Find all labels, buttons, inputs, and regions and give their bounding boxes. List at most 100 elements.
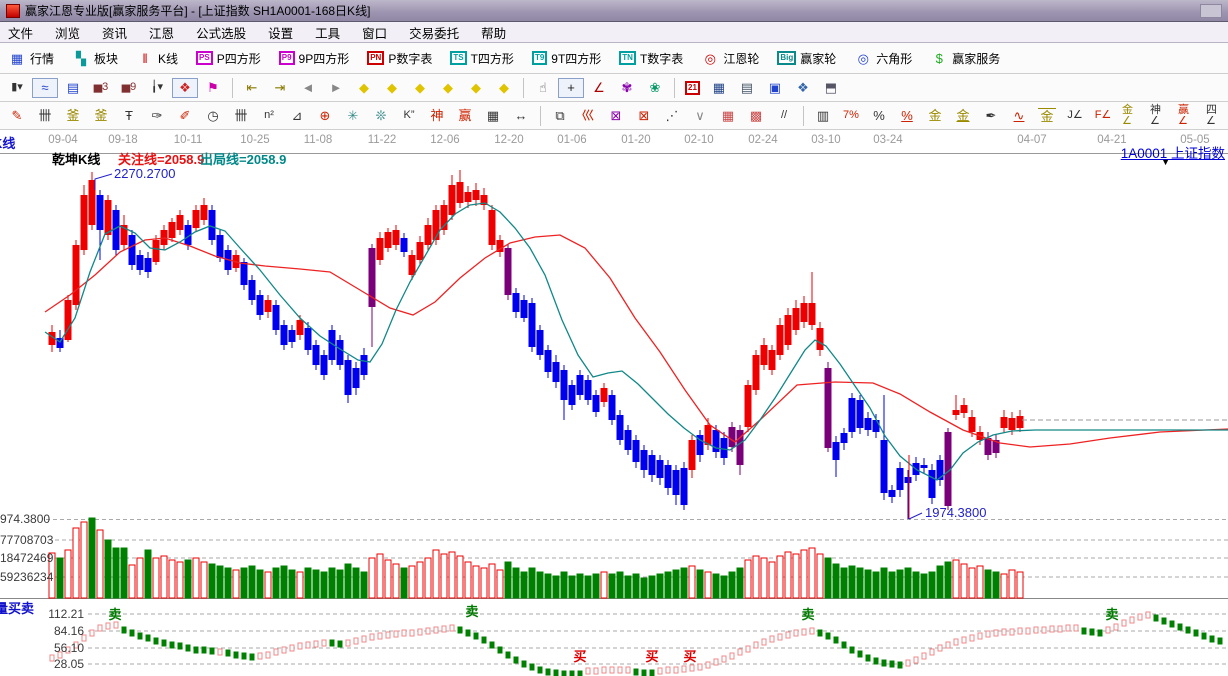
price-scale-icon[interactable]: ▥ [810, 106, 836, 126]
gold-comb-1-icon[interactable]: 釜 [60, 106, 86, 126]
p-number-table-button[interactable]: PNP数字表 [363, 48, 436, 69]
gann-shape-tool-icon[interactable]: ✾ [614, 78, 640, 98]
next-page-icon[interactable]: ► [323, 78, 349, 98]
qiankun-pattern-icon[interactable]: ❖ [172, 78, 198, 98]
winner-wheel-button[interactable]: Big赢家轮 [773, 48, 840, 69]
brush-icon[interactable]: ✎ [4, 106, 30, 126]
bars-3-icon[interactable]: ▅3 [88, 78, 114, 98]
menu-item-7[interactable]: 工具 [315, 23, 340, 42]
angle-line-tool-icon[interactable]: ∠ [586, 78, 612, 98]
grid-123-icon[interactable]: ▦ [480, 106, 506, 126]
f-angle-icon[interactable]: F∠ [1090, 106, 1116, 126]
p-square-button[interactable]: PSP四方形 [192, 48, 265, 69]
hand-tool-icon[interactable]: ☝ [530, 78, 556, 98]
check-wave-icon[interactable]: ∨ [687, 106, 713, 126]
save-icon[interactable]: ▣ [762, 78, 788, 98]
candle-style-dropdown[interactable]: ╽▾ [144, 78, 170, 98]
gold-comb-2-icon[interactable]: 釜 [88, 106, 114, 126]
hexagon-button[interactable]: ◎六角形 [850, 48, 916, 69]
crosshair-tool-icon[interactable]: + [558, 78, 584, 98]
web-2-icon[interactable]: ❊ [368, 106, 394, 126]
diamond-right-icon[interactable]: ◆ [379, 78, 405, 98]
last-page-icon[interactable]: ⇥ [267, 78, 293, 98]
window-button[interactable] [1200, 4, 1222, 18]
ying-angle-icon[interactable]: 赢∠ [1174, 106, 1200, 126]
percent-icon[interactable]: % [866, 106, 892, 126]
9t-square-button[interactable]: T99T四方形 [528, 48, 605, 69]
calendar-icon[interactable]: 21 [681, 79, 704, 97]
parallel-lines-icon[interactable]: // [771, 106, 797, 126]
menu-item-1[interactable]: 文件 [8, 23, 33, 42]
info-panel-icon[interactable]: ▤ [60, 78, 86, 98]
percent-line-icon[interactable]: % [894, 106, 920, 126]
menu-item-9[interactable]: 交易委托 [409, 23, 459, 42]
kline-button[interactable]: ‖K线 [132, 48, 182, 69]
menu-item-10[interactable]: 帮助 [481, 23, 506, 42]
menu-item-8[interactable]: 窗口 [362, 23, 387, 42]
grid-dots-red-icon[interactable]: ▦ [715, 106, 741, 126]
pin-tool-icon[interactable]: ✒ [978, 106, 1004, 126]
symbol-label[interactable]: 1A0001 上证指数 [1121, 142, 1225, 162]
t-square-button[interactable]: TST四方形 [446, 48, 518, 69]
shen-angle-icon[interactable]: 神∠ [1146, 106, 1172, 126]
gold-angle-icon[interactable]: 金∠ [1118, 106, 1144, 126]
menu-item-6[interactable]: 设置 [268, 23, 293, 42]
target-cross-icon[interactable]: ⊕ [312, 106, 338, 126]
box-measure-icon[interactable]: ⧉ [547, 106, 573, 126]
diamond-x-icon[interactable]: ◆ [435, 78, 461, 98]
shen-tool-icon[interactable]: 神 [424, 106, 450, 126]
t-number-table-button[interactable]: TNT数字表 [615, 48, 687, 69]
clock-circle-icon[interactable]: ◷ [200, 106, 226, 126]
menu-item-3[interactable]: 资讯 [102, 23, 127, 42]
trend-lines-icon[interactable]: ⋰ [659, 106, 685, 126]
gann-wheel-button[interactable]: ◎江恩轮 [697, 48, 763, 69]
fan-box-red-icon[interactable]: ⊠ [631, 106, 657, 126]
prev-page-icon[interactable]: ◄ [295, 78, 321, 98]
flag-icon[interactable]: ⚑ [200, 78, 226, 98]
gold-top-line-icon[interactable]: 金 [1034, 106, 1060, 126]
pencil-red-icon[interactable]: ✐ [172, 106, 198, 126]
notepad-icon[interactable]: ▤ [734, 78, 760, 98]
computer-icon[interactable]: ⬒ [818, 78, 844, 98]
percent-7-icon[interactable]: 7% [838, 106, 864, 126]
f-comb-icon[interactable]: Ŧ [116, 106, 142, 126]
n-squared-icon[interactable]: n² [256, 106, 282, 126]
fan-box-purple-icon[interactable]: ⊠ [603, 106, 629, 126]
menu-item-2[interactable]: 浏览 [55, 23, 80, 42]
compression-wave-icon[interactable]: ≈ [32, 78, 58, 98]
diamond-all-icon[interactable]: ◆ [491, 78, 517, 98]
first-page-icon[interactable]: ⇤ [239, 78, 265, 98]
9p-square-button[interactable]: P99P四方形 [275, 48, 353, 69]
fan-red-icon[interactable]: 巛 [575, 106, 601, 126]
angle-mirror-icon[interactable]: ⊿ [284, 106, 310, 126]
gold-circle-icon[interactable]: 金 [922, 106, 948, 126]
gold-line-icon[interactable]: 金 [950, 106, 976, 126]
symbol-caret-icon[interactable]: ▼ [1161, 157, 1170, 167]
quotes-button[interactable]: ▦行情 [4, 48, 58, 69]
ying-tool-icon[interactable]: 赢 [452, 106, 478, 126]
diamond-plus-icon[interactable]: ◆ [463, 78, 489, 98]
menu-item-4[interactable]: 江恩 [149, 23, 174, 42]
k-ticks-icon[interactable]: K” [396, 106, 422, 126]
pane-tab-kline[interactable]: K线 [0, 133, 15, 152]
spiral-icon[interactable]: ✑ [144, 106, 170, 126]
chart-type-dropdown[interactable]: ▮▾ [4, 78, 30, 98]
export-icon[interactable]: ❖ [790, 78, 816, 98]
span-arrows-icon[interactable]: ↔ [508, 106, 534, 126]
chart-area[interactable]: K线 09-0409-1810-1110-2511-0811-2212-0612… [0, 130, 1228, 676]
web-1-icon[interactable]: ✳ [340, 106, 366, 126]
diamond-left-icon[interactable]: ◆ [351, 78, 377, 98]
grid-dots-box-icon[interactable]: ▩ [743, 106, 769, 126]
calculator-icon[interactable]: ▦ [706, 78, 732, 98]
si-angle-icon[interactable]: 四∠ [1202, 106, 1228, 126]
sectors-button[interactable]: ▚板块 [68, 48, 122, 69]
winner-service-button[interactable]: $赢家服务 [926, 48, 1004, 69]
comb-2-icon[interactable]: 卌 [228, 106, 254, 126]
gann-comb-icon[interactable]: 卌 [32, 106, 58, 126]
wave-red-line-icon[interactable]: ∿ [1006, 106, 1032, 126]
bars-9-icon[interactable]: ▅9 [116, 78, 142, 98]
diamond-h-icon[interactable]: ◆ [407, 78, 433, 98]
j-angle-icon[interactable]: J∠ [1062, 106, 1088, 126]
chart-canvas[interactable] [0, 130, 1228, 676]
cycle-tool-icon[interactable]: ❀ [642, 78, 668, 98]
